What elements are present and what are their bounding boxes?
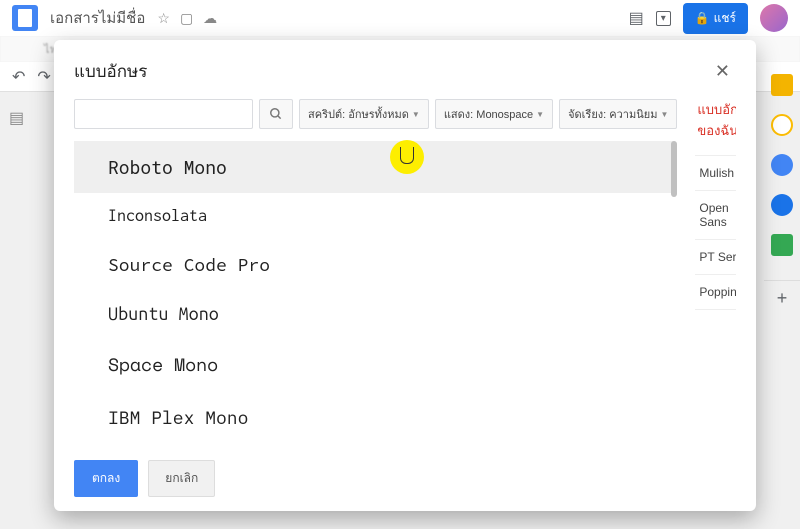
font-list-item[interactable]: Space Mono (74, 338, 673, 392)
outline-icon[interactable]: ▤ (9, 108, 27, 126)
maps-icon[interactable] (771, 234, 793, 256)
my-font-label: Open Sans (699, 201, 736, 229)
my-fonts-title: แบบอักษรของฉัน (695, 99, 736, 141)
contacts-icon[interactable] (771, 194, 793, 216)
present-icon[interactable]: ▾ (656, 11, 671, 26)
my-fonts-panel: แบบอักษรของฉัน Mulish×Open Sans×PT Serif… (691, 99, 736, 446)
my-font-item[interactable]: Poppins× (695, 275, 736, 310)
app-header: เอกสารไม่มีชื่อ ☆ ▢ ☁ ▤ ▾ 🔒 แชร์ (0, 0, 800, 36)
chevron-down-icon: ▼ (412, 110, 420, 119)
right-sidebar: + (764, 56, 800, 302)
my-font-item[interactable]: Mulish× (695, 155, 736, 191)
script-filter-label: สคริปต์: อักษรทั้งหมด (308, 105, 409, 123)
show-filter[interactable]: แสดง: Monospace ▼ (435, 99, 553, 129)
chevron-down-icon: ▼ (536, 110, 544, 119)
my-font-label: PT Serif (699, 250, 736, 264)
star-icon[interactable]: ☆ (157, 10, 170, 27)
my-font-label: Mulish (699, 166, 734, 180)
lock-icon: 🔒 (695, 11, 710, 25)
sort-filter[interactable]: จัดเรียง: ความนิยม ▼ (559, 99, 677, 129)
share-label: แชร์ (714, 9, 736, 28)
redo-icon[interactable]: ↷ (37, 67, 50, 87)
filter-row: สคริปต์: อักษรทั้งหมด ▼ แสดง: Monospace … (74, 99, 677, 129)
search-icon (269, 107, 283, 121)
docs-logo-icon[interactable] (12, 5, 38, 31)
font-list-item[interactable]: Source Code Pro (74, 239, 673, 290)
font-list-item[interactable]: Inconsolata (74, 193, 673, 239)
document-title[interactable]: เอกสารไม่มีชื่อ (50, 6, 145, 30)
sort-filter-label: จัดเรียง: ความนิยม (568, 105, 657, 123)
my-font-item[interactable]: Open Sans× (695, 191, 736, 240)
chevron-down-icon: ▼ (660, 110, 668, 119)
cancel-button[interactable]: ยกเลิก (148, 460, 215, 497)
scrollbar[interactable] (671, 141, 677, 197)
close-icon[interactable]: ✕ (709, 59, 736, 84)
font-list-item[interactable]: PT Mono (74, 443, 673, 446)
font-list-item[interactable]: Roboto Mono (74, 141, 673, 193)
keep-icon[interactable] (771, 114, 793, 136)
my-font-item[interactable]: PT Serif× (695, 240, 736, 275)
addons-plus-icon[interactable]: + (764, 280, 800, 302)
title-icon-row: ☆ ▢ ☁ (157, 10, 217, 27)
fonts-dialog: แบบอักษร ✕ สคริปต์: อักษรทั้งหมด ▼ แสดง:… (54, 40, 756, 511)
move-icon[interactable]: ▢ (180, 10, 193, 27)
show-filter-label: แสดง: Monospace (444, 105, 533, 123)
script-filter[interactable]: สคริปต์: อักษรทั้งหมด ▼ (299, 99, 429, 129)
tasks-icon[interactable] (771, 154, 793, 176)
dialog-title: แบบอักษร (74, 58, 147, 85)
font-list-item[interactable]: Ubuntu Mono (74, 290, 673, 338)
font-list-item[interactable]: IBM Plex Mono (74, 392, 673, 443)
font-list[interactable]: Roboto MonoInconsolataSource Code ProUbu… (74, 141, 677, 446)
search-button[interactable] (259, 99, 293, 129)
share-button[interactable]: 🔒 แชร์ (683, 3, 748, 34)
search-input[interactable] (74, 99, 253, 129)
calendar-icon[interactable] (771, 74, 793, 96)
cloud-status-icon: ☁ (203, 10, 217, 27)
left-sidebar: ▤ (0, 92, 36, 126)
ok-button[interactable]: ตกลง (74, 460, 138, 497)
undo-icon[interactable]: ↶ (12, 67, 25, 87)
comment-history-icon[interactable]: ▤ (629, 8, 644, 28)
user-avatar[interactable] (760, 4, 788, 32)
my-font-label: Poppins (699, 285, 736, 299)
